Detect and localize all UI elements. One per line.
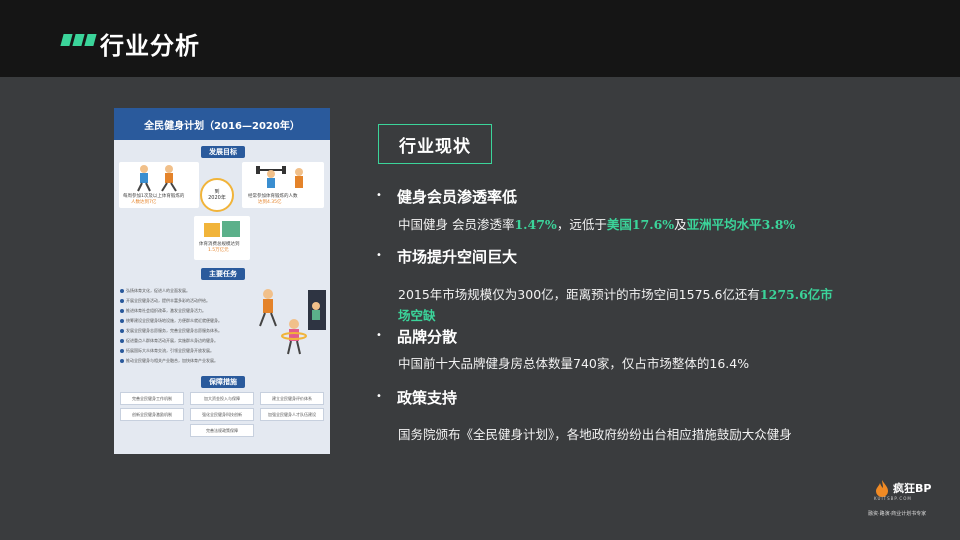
poster-measure-box: 强化全民健身科技创新 (190, 408, 254, 421)
sports-people-illustration-icon (259, 289, 326, 355)
poster-2020-circle: 到 2020年 (200, 178, 234, 212)
desc-highlight: 1275.6亿市 (759, 287, 833, 302)
runners-illustration-icon (137, 165, 177, 192)
poster-task-item: 发展全民健身志愿服务，完善全民健身志愿服务体系。 (120, 328, 222, 334)
poster-measure-box: 创新全民健身激励机制 (120, 408, 184, 421)
poster-task-item: 拓展国际大众体育交流，引领全民健身开放发展。 (120, 348, 214, 354)
bullet-icon: • (376, 330, 382, 341)
poster-circle-line2: 2020年 (208, 195, 226, 201)
point-desc-market-line2: 场空缺 (398, 305, 436, 324)
point-heading-market: 市场提升空间巨大 (397, 248, 518, 266)
desc-text: 中国健身 会员渗透率 (398, 217, 515, 232)
point-desc-policy: 国务院颁布《全民健身计划》，各地政府纷纷出台相应措施鼓励大众健身 (398, 427, 792, 442)
bullet-icon: • (376, 250, 382, 261)
poster-task-item: 促进重点人群体育活动开展，实施群众身边的健身。 (120, 338, 218, 344)
poster-goal-right-value: 达到4.35亿 (258, 200, 282, 205)
poster-section-goals: 发展目标 (201, 146, 245, 158)
poster-section-tasks: 主要任务 (201, 268, 245, 280)
point-heading-brand: 品牌分散 (397, 328, 458, 346)
desc-text: 2015年市场规模仅为300亿，距离预计的市场空间1575.6亿还有 (398, 287, 760, 302)
bullet-icon: • (376, 190, 382, 201)
desc-highlight: 场空缺 (398, 308, 436, 323)
bullet-icon: • (376, 391, 382, 402)
poster-goal-left-value: 人数达到7亿 (131, 200, 157, 205)
desc-highlight: 美国17.6% (606, 217, 675, 232)
brand-name: 疯狂BP (893, 482, 932, 495)
poster-measure-box: 建立全民健身评价体系 (260, 392, 324, 405)
flame-logo-icon (876, 480, 888, 497)
poster-task-item: 统筹建设全民健身场地设施，方便群众就近就便健身。 (120, 318, 222, 324)
point-heading-policy: 政策支持 (397, 389, 458, 407)
poster-section-measures: 保障措施 (201, 376, 245, 388)
brand-tagline: 融资·路演·商业计划书专家 (868, 511, 927, 517)
brand-url: KUITSBP.COM (874, 496, 912, 501)
poster-measure-box: 加大资金投入与保障 (190, 392, 254, 405)
poster-goal-card-bottom: 体育消费总规模达到 1.5万亿元 (194, 216, 250, 260)
poster-measure-box: 完善全民健身工作机制 (120, 392, 184, 405)
poster-goal-card-left: 每周参加1次及以上体育锻炼的 人数达到7亿 (119, 162, 199, 208)
brand-logo: 疯狂BP (874, 479, 931, 497)
poster-task-item: 推动全民健身与相关产业融合，加快体育产业发展。 (120, 358, 218, 364)
weightlifter-illustration-icon (256, 166, 303, 188)
page-title: 行业分析 (100, 32, 200, 60)
desc-highlight: 1.47% (514, 217, 557, 232)
desc-text: ，远低于 (556, 217, 607, 232)
desc-text: 及 (674, 217, 687, 232)
point-desc-penetration: 中国健身 会员渗透率1.47%，远低于美国17.6%及亚洲平均水平3.8% (398, 214, 795, 233)
poster-task-item: 推进体育社会组织改革，激发全民健身活力。 (120, 308, 206, 314)
poster-measure-box: 加强全民健身人才队伍建设 (260, 408, 324, 421)
poster-measure-box: 完善法规政策保障 (190, 424, 254, 437)
point-desc-market: 2015年市场规模仅为300亿，距离预计的市场空间1575.6亿还有1275.6… (398, 284, 833, 303)
money-illustration-icon (204, 221, 240, 237)
header-logo-icon (60, 34, 97, 46)
poster-goal-bottom-value: 1.5万亿元 (208, 248, 229, 253)
fitness-plan-poster: 全民健身计划（2016—2020年） 发展目标 每周参加1次及以上体育锻炼的 人… (114, 108, 330, 454)
industry-status-label: 行业现状 (378, 124, 492, 164)
poster-task-item: 弘扬体育文化，促进人的全面发展。 (120, 288, 190, 294)
poster-title: 全民健身计划（2016—2020年） (114, 108, 330, 140)
poster-goal-card-right: 经常参加体育锻炼的人数 达到4.35亿 (242, 162, 324, 208)
point-desc-brand: 中国前十大品牌健身房总体数量740家，仅占市场整体的16.4% (398, 356, 750, 371)
desc-highlight: 亚洲平均水平3.8% (686, 217, 796, 232)
point-heading-penetration: 健身会员渗透率低 (397, 188, 518, 206)
poster-task-item: 开展全民健身活动，提供丰富多彩的活动供给。 (120, 298, 210, 304)
